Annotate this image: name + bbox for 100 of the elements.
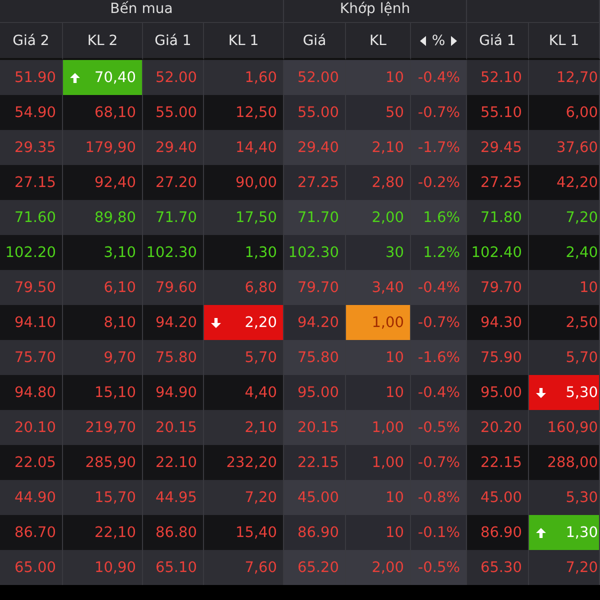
table-cell: 86.90: [284, 515, 346, 550]
table-cell: 44.95: [143, 480, 204, 515]
table-cell: 44.90: [0, 480, 63, 515]
column-header[interactable]: KL 2: [63, 22, 143, 60]
table-cell: 94.80: [0, 375, 63, 410]
table-cell: 1,00: [346, 410, 411, 445]
table-cell: 55.00: [284, 95, 346, 130]
table-cell: 3,10: [63, 235, 143, 270]
table-cell: 70,40: [63, 60, 143, 95]
table-cell: 14,40: [204, 130, 284, 165]
table-cell: 7,20: [529, 200, 600, 235]
table-cell: 5,30: [529, 375, 600, 410]
table-cell: 45.00: [284, 480, 346, 515]
table-cell: 8,10: [63, 305, 143, 340]
table-cell: 10: [346, 60, 411, 95]
group-header: Khớp lệnh: [284, 0, 467, 22]
column-header[interactable]: Giá 1: [467, 22, 529, 60]
column-header[interactable]: %: [411, 22, 467, 60]
table-cell: 1,60: [204, 60, 284, 95]
table-cell: 71.70: [143, 200, 204, 235]
table-cell: 52.10: [467, 60, 529, 95]
column-header[interactable]: Giá 2: [0, 22, 63, 60]
table-cell: 94.90: [143, 375, 204, 410]
table-cell: 29.35: [0, 130, 63, 165]
table-cell: 232,20: [204, 445, 284, 480]
column-header[interactable]: KL 1: [204, 22, 284, 60]
table-cell: 86.70: [0, 515, 63, 550]
table-cell: 6,10: [63, 270, 143, 305]
right-arrow-icon[interactable]: [451, 36, 458, 46]
table-cell: 160,90: [529, 410, 600, 445]
table-cell: 92,40: [63, 165, 143, 200]
table-cell: 6,80: [204, 270, 284, 305]
table-cell: 29.40: [284, 130, 346, 165]
table-cell: 27.20: [143, 165, 204, 200]
table-cell: 5,30: [529, 480, 600, 515]
table-cell: 17,50: [204, 200, 284, 235]
table-cell: 12,70: [529, 60, 600, 95]
table-cell: 50: [346, 95, 411, 130]
up-arrow-icon: [69, 72, 81, 84]
table-cell: 12,50: [204, 95, 284, 130]
table-cell: 2,20: [204, 305, 284, 340]
table-cell: -0.5%: [411, 410, 467, 445]
table-cell: 10: [529, 270, 600, 305]
column-header[interactable]: KL: [346, 22, 411, 60]
table-cell: 6,00: [529, 95, 600, 130]
table-cell: 86.80: [143, 515, 204, 550]
table-cell: 86.90: [467, 515, 529, 550]
table-cell: 37,60: [529, 130, 600, 165]
table-cell: 79.70: [467, 270, 529, 305]
table-cell: 27.15: [0, 165, 63, 200]
table-cell: 51.90: [0, 60, 63, 95]
left-arrow-icon[interactable]: [420, 36, 426, 46]
down-arrow-icon: [535, 386, 547, 398]
table-cell: -0.8%: [411, 480, 467, 515]
table-cell: 75.80: [284, 340, 346, 375]
table-cell: 29.45: [467, 130, 529, 165]
table-cell: 94.30: [467, 305, 529, 340]
column-header[interactable]: Giá: [284, 22, 346, 60]
table-cell: 1,30: [204, 235, 284, 270]
table-cell: 1,30: [529, 515, 600, 550]
table-cell: 79.70: [284, 270, 346, 305]
table-cell: 95.00: [467, 375, 529, 410]
table-cell: 95.00: [284, 375, 346, 410]
table-cell: 2,40: [529, 235, 600, 270]
column-header[interactable]: Giá 1: [143, 22, 204, 60]
table-cell: 27.25: [284, 165, 346, 200]
table-cell: 45.00: [467, 480, 529, 515]
table-cell: 179,90: [63, 130, 143, 165]
table-cell: 20.15: [284, 410, 346, 445]
down-arrow-icon: [210, 316, 222, 328]
up-arrow-icon: [535, 526, 547, 538]
table-cell: 285,90: [63, 445, 143, 480]
table-cell: 7,60: [204, 550, 284, 585]
table-cell: -0.4%: [411, 60, 467, 95]
table-cell: -1.6%: [411, 340, 467, 375]
table-cell: 10: [346, 340, 411, 375]
table-cell: 2,00: [346, 550, 411, 585]
table-cell: 2,50: [529, 305, 600, 340]
table-cell: 22.10: [143, 445, 204, 480]
table-cell: 1.2%: [411, 235, 467, 270]
table-cell: 102.20: [0, 235, 63, 270]
table-cell: -0.1%: [411, 515, 467, 550]
table-cell: 2,10: [204, 410, 284, 445]
table-cell: 90,00: [204, 165, 284, 200]
table-cell: 4,40: [204, 375, 284, 410]
table-cell: 15,40: [204, 515, 284, 550]
table-cell: 65.10: [143, 550, 204, 585]
table-cell: 65.00: [0, 550, 63, 585]
table-cell: 71.60: [0, 200, 63, 235]
table-cell: 7,20: [529, 550, 600, 585]
table-cell: 94.10: [0, 305, 63, 340]
table-cell: 27.25: [467, 165, 529, 200]
table-cell: 15,70: [63, 480, 143, 515]
table-cell: 29.40: [143, 130, 204, 165]
table-cell: 2,00: [346, 200, 411, 235]
table-cell: 9,70: [63, 340, 143, 375]
column-header[interactable]: KL 1: [529, 22, 600, 60]
table-cell: 219,70: [63, 410, 143, 445]
table-cell: 22.15: [284, 445, 346, 480]
table-cell: 10: [346, 375, 411, 410]
